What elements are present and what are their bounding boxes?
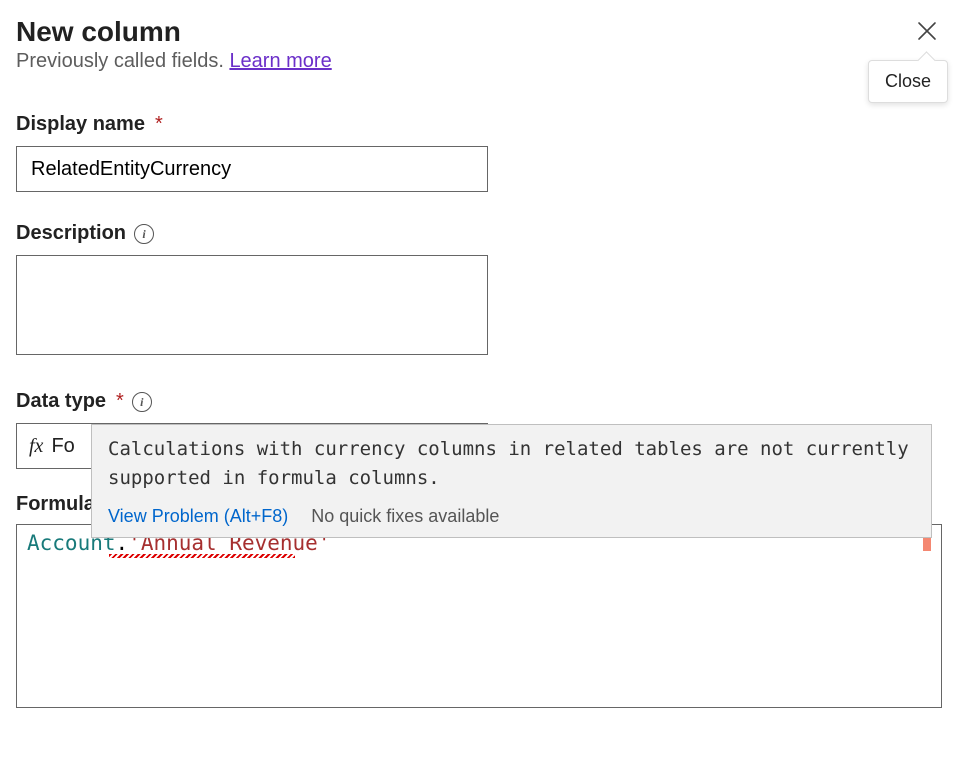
close-button[interactable] [912,16,942,51]
page-title: New column [16,16,912,48]
learn-more-link[interactable]: Learn more [229,50,331,72]
error-popup: Calculations with currency columns in re… [91,424,932,538]
error-message: Calculations with currency columns in re… [92,425,931,500]
info-icon[interactable]: i [134,224,154,244]
description-label: Description [16,222,126,245]
formula-code-line: Account.'Annual Revenue' [27,531,330,603]
page-subtitle: Previously called fields. Learn more [16,50,912,73]
formula-label: Formula [16,493,95,516]
required-asterisk: * [116,390,124,413]
formula-editor[interactable]: Account.'Annual Revenue' [16,524,942,708]
view-problem-link[interactable]: View Problem (Alt+F8) [108,506,288,526]
data-type-label: Data type [16,390,106,413]
display-name-label: Display name [16,113,145,136]
data-type-value: Fo [51,435,74,458]
no-quick-fixes-text: No quick fixes available [311,506,499,526]
description-input[interactable] [16,255,488,355]
close-icon [916,20,938,42]
info-icon[interactable]: i [132,392,152,412]
display-name-input[interactable] [16,146,488,192]
required-asterisk: * [155,113,163,136]
fx-icon: fx [29,435,43,458]
subtitle-text: Previously called fields. [16,50,229,72]
close-tooltip: Close [868,60,948,103]
